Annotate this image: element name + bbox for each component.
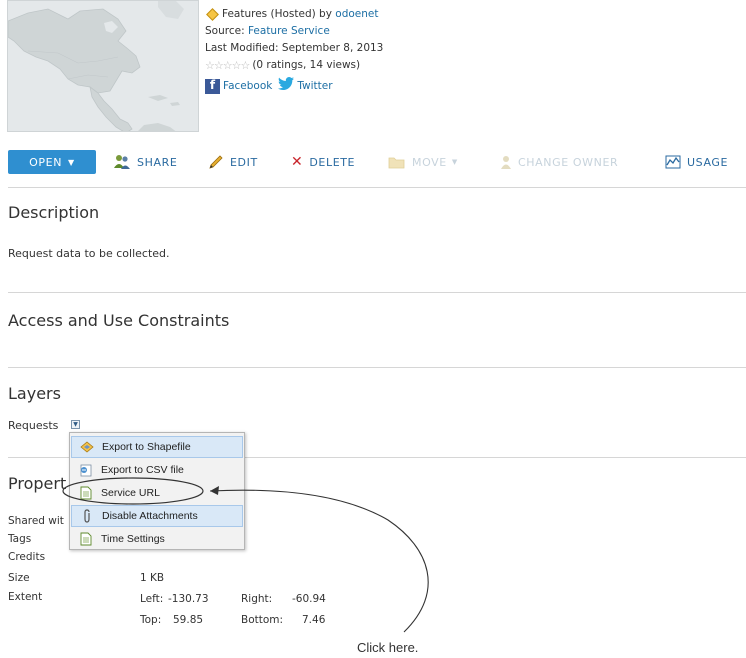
item-type-row: Features (Hosted) by odoenet — [205, 6, 383, 23]
twitter-icon[interactable] — [278, 77, 295, 96]
credits-label: Credits — [8, 551, 46, 563]
divider — [8, 187, 746, 188]
folder-icon — [388, 155, 406, 169]
chart-icon — [665, 155, 681, 169]
layer-options-dropdown-button[interactable]: ▼ — [71, 420, 80, 429]
click-here-annotation: Click here. — [357, 640, 419, 655]
delete-x-icon: ✕ — [291, 154, 304, 170]
modified-date: September 8, 2013 — [281, 42, 384, 54]
menu-item-export-csv[interactable]: Export to CSV file — [71, 459, 243, 481]
divider — [8, 292, 746, 293]
owner-link[interactable]: odoenet — [335, 6, 378, 23]
properties-heading: Propert — [8, 474, 67, 493]
extent-left-label: Left: — [140, 593, 164, 605]
pencil-icon — [208, 155, 224, 169]
item-toolbar: OPEN ▼ SHARE EDIT ✕ DELETE MOVE ▼ CHANGE… — [8, 150, 746, 174]
size-label: Size — [8, 572, 30, 584]
share-button[interactable]: SHARE — [113, 150, 177, 174]
menu-item-label: Export to Shapefile — [102, 441, 191, 453]
layer-options-menu: Export to Shapefile Export to CSV file S… — [69, 432, 245, 550]
extent-bottom-label: Bottom: — [241, 614, 284, 626]
chevron-down-icon: ▼ — [451, 158, 458, 166]
menu-item-time-settings[interactable]: Time Settings — [71, 528, 243, 550]
person-icon — [500, 155, 512, 169]
rating-stars[interactable]: ☆☆☆☆☆ — [205, 57, 250, 74]
usage-button-label: USAGE — [687, 155, 729, 169]
document-icon — [71, 532, 101, 546]
divider — [8, 367, 746, 368]
menu-item-label: Service URL — [101, 487, 160, 499]
layers-heading: Layers — [8, 384, 61, 403]
menu-item-label: Export to CSV file — [101, 464, 184, 476]
extent-right-label: Right: — [241, 593, 273, 605]
twitter-link[interactable]: Twitter — [297, 78, 332, 95]
csv-icon — [71, 464, 101, 477]
source-link[interactable]: Feature Service — [248, 23, 330, 40]
size-value: 1 KB — [140, 572, 165, 584]
source-row: Source: Feature Service — [205, 23, 383, 40]
extent-label: Extent — [8, 591, 43, 603]
move-button-label: MOVE — [412, 155, 447, 169]
chevron-down-icon: ▼ — [68, 157, 75, 167]
extent-top-value: 59.85 — [173, 614, 204, 626]
change-owner-button: CHANGE OWNER — [500, 150, 618, 174]
paperclip-icon — [72, 509, 102, 523]
extent-right-value: -60.94 — [292, 593, 326, 605]
layer-link-requests[interactable]: Requests — [8, 419, 58, 432]
menu-item-label: Disable Attachments — [102, 510, 198, 522]
ratings-text: (0 ratings, 14 views) — [252, 59, 361, 71]
extent-top-label: Top: — [140, 614, 162, 626]
item-thumbnail-map[interactable] — [7, 0, 199, 132]
map-image — [8, 1, 198, 131]
item-metadata: Features (Hosted) by odoenet Source: Fea… — [205, 6, 383, 96]
rating-row: ☆☆☆☆☆ (0 ratings, 14 views) — [205, 57, 383, 74]
constraints-heading: Access and Use Constraints — [8, 311, 230, 330]
menu-item-service-url[interactable]: Service URL — [71, 482, 243, 504]
share-button-label: SHARE — [137, 155, 178, 169]
modified-label: Last Modified: — [205, 42, 279, 54]
facebook-icon[interactable]: f — [205, 78, 220, 94]
modified-row: Last Modified: September 8, 2013 — [205, 40, 383, 57]
social-links: f Facebook Twitter — [205, 77, 383, 96]
menu-item-export-shapefile[interactable]: Export to Shapefile — [71, 436, 243, 458]
facebook-link[interactable]: Facebook — [223, 78, 272, 95]
shapefile-icon — [72, 440, 102, 454]
shared-with-label: Shared wit — [8, 515, 64, 527]
source-label: Source: — [205, 25, 245, 37]
open-button[interactable]: OPEN ▼ — [8, 150, 96, 174]
delete-button-label: DELETE — [309, 155, 356, 169]
menu-item-disable-attachments[interactable]: Disable Attachments — [71, 505, 243, 527]
feature-layer-icon — [206, 8, 219, 21]
item-type-label: Features (Hosted) by — [222, 8, 332, 20]
open-button-label: OPEN — [29, 155, 63, 169]
chevron-down-icon: ▼ — [73, 420, 78, 428]
share-people-icon — [113, 154, 131, 170]
tags-label: Tags — [8, 533, 32, 545]
move-button: MOVE ▼ — [388, 150, 458, 174]
extent-bottom-value: 7.46 — [302, 614, 326, 626]
change-owner-button-label: CHANGE OWNER — [518, 155, 619, 169]
usage-button[interactable]: USAGE — [665, 150, 728, 174]
document-icon — [71, 486, 101, 500]
edit-button-label: EDIT — [230, 155, 258, 169]
description-text: Request data to be collected. — [8, 247, 170, 260]
delete-button[interactable]: ✕ DELETE — [291, 150, 355, 174]
edit-button[interactable]: EDIT — [208, 150, 258, 174]
menu-item-label: Time Settings — [101, 533, 165, 545]
extent-left-value: -130.73 — [168, 593, 209, 605]
description-heading: Description — [8, 203, 100, 222]
